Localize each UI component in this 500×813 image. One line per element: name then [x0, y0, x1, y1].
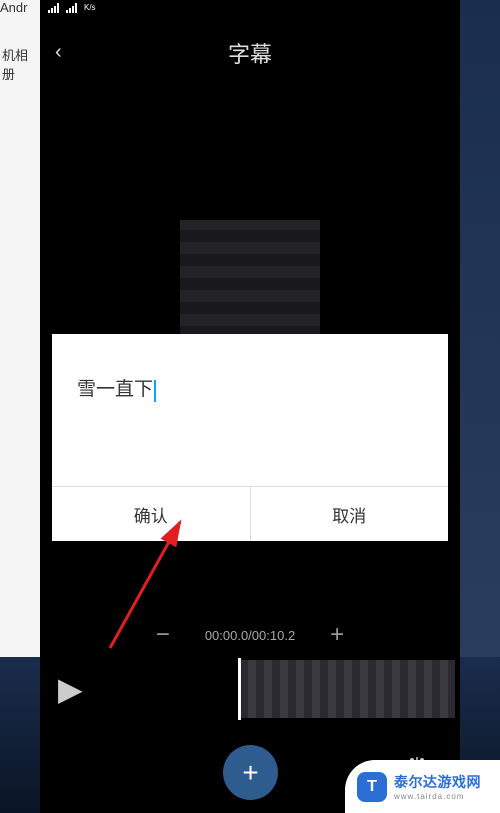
timeline[interactable]: [240, 660, 455, 718]
subtitle-input-dialog: 雪一直下 确认 取消: [52, 334, 448, 541]
dialog-input-area[interactable]: 雪一直下: [52, 334, 448, 486]
cancel-button[interactable]: 取消: [251, 487, 449, 541]
dialog-buttons: 确认 取消: [52, 486, 448, 541]
time-minus-button[interactable]: −: [151, 621, 175, 649]
bg-text-android: Andr: [0, 0, 27, 15]
confirm-button[interactable]: 确认: [52, 487, 251, 541]
time-display: 00:00.0/00:10.2: [205, 628, 295, 643]
page-title: 字幕: [228, 37, 272, 69]
time-controls: − 00:00.0/00:10.2 +: [40, 620, 460, 650]
background-left-panel: Andr 机相册: [0, 0, 40, 657]
back-icon[interactable]: ‹: [55, 41, 62, 64]
add-subtitle-button[interactable]: +: [223, 745, 278, 800]
signal-icon-2: [66, 3, 80, 13]
time-plus-button[interactable]: +: [325, 621, 349, 649]
watermark-sub: www.tairda.com: [394, 792, 481, 801]
bg-text-album: 机相册: [2, 48, 28, 82]
status-bar: K/s: [40, 0, 460, 15]
watermark: T 泰尔达游戏网 www.tairda.com: [345, 760, 500, 813]
title-bar: ‹ 字幕: [40, 15, 460, 90]
signal-icon: [48, 3, 62, 13]
text-cursor: [154, 380, 156, 402]
watermark-text: 泰尔达游戏网 www.tairda.com: [394, 772, 481, 801]
watermark-main: 泰尔达游戏网: [394, 772, 481, 792]
watermark-logo: T: [357, 772, 387, 802]
subtitle-input-text: 雪一直下: [77, 374, 153, 401]
timeline-handle[interactable]: [238, 658, 241, 720]
speed-indicator: K/s: [84, 4, 96, 12]
background-right-panel: [460, 0, 500, 657]
play-button[interactable]: ▶: [58, 670, 83, 708]
status-left: K/s: [48, 3, 96, 13]
